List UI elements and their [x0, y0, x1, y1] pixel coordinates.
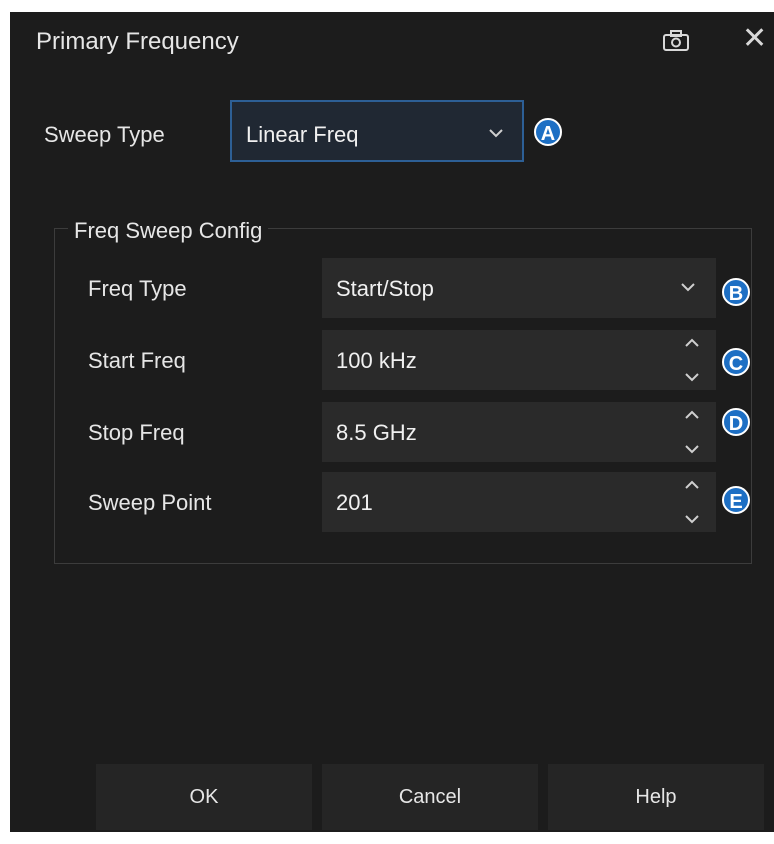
- stop-freq-value: 8.5 GHz: [336, 420, 417, 445]
- callout-badge-a: A: [534, 118, 562, 146]
- spin-down-icon[interactable]: [684, 514, 700, 524]
- chevron-down-icon: [681, 283, 695, 292]
- close-icon[interactable]: ✕: [742, 24, 767, 54]
- stop-freq-spinbox[interactable]: 8.5 GHz: [322, 402, 716, 462]
- sweep-point-label: Sweep Point: [88, 490, 212, 515]
- sweep-type-value: Linear Freq: [246, 122, 359, 147]
- primary-frequency-dialog: Primary Frequency ✕ Sweep Type Linear Fr…: [10, 12, 774, 832]
- callout-badge-b: B: [722, 278, 750, 306]
- spin-up-icon[interactable]: [684, 480, 700, 490]
- freq-sweep-config-legend: Freq Sweep Config: [68, 218, 269, 244]
- callout-badge-e: E: [722, 486, 750, 514]
- cancel-button[interactable]: Cancel: [322, 764, 538, 830]
- spin-up-icon[interactable]: [684, 338, 700, 348]
- sweep-point-value: 201: [336, 490, 373, 515]
- callout-badge-c: C: [722, 348, 750, 376]
- start-freq-value: 100 kHz: [336, 348, 417, 373]
- dialog-title: Primary Frequency: [36, 28, 239, 55]
- help-button[interactable]: Help: [548, 764, 764, 830]
- chevron-down-icon: [489, 129, 503, 138]
- spin-down-icon[interactable]: [684, 372, 700, 382]
- callout-badge-d: D: [722, 408, 750, 436]
- sweep-type-label: Sweep Type: [44, 122, 165, 147]
- spin-up-icon[interactable]: [684, 410, 700, 420]
- camera-icon[interactable]: [662, 30, 690, 52]
- freq-type-dropdown[interactable]: Start/Stop: [322, 258, 716, 318]
- sweep-point-spinbox[interactable]: 201: [322, 472, 716, 532]
- start-freq-spinbox[interactable]: 100 kHz: [322, 330, 716, 390]
- freq-type-value: Start/Stop: [336, 276, 434, 301]
- ok-button[interactable]: OK: [96, 764, 312, 830]
- stop-freq-label: Stop Freq: [88, 420, 185, 445]
- sweep-type-dropdown[interactable]: Linear Freq: [230, 100, 524, 162]
- start-freq-label: Start Freq: [88, 348, 186, 373]
- spin-down-icon[interactable]: [684, 444, 700, 454]
- freq-type-label: Freq Type: [88, 276, 187, 301]
